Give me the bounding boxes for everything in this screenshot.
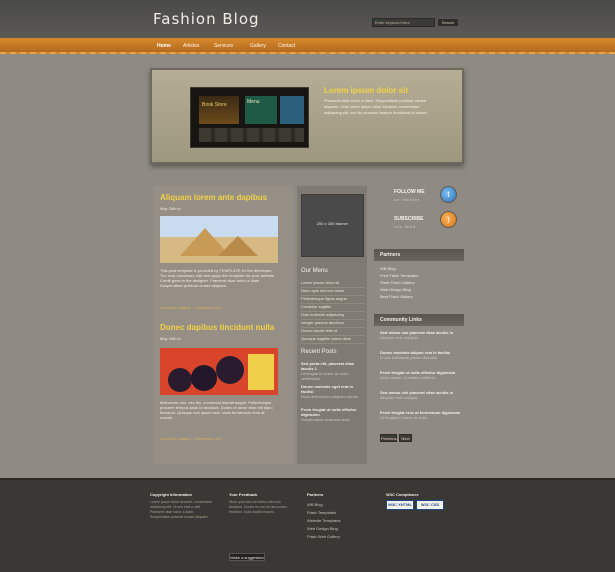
recent-post-text: Ut feugiat in lorem ac nulla vestibulum — [301, 371, 349, 381]
recent-post-text: Nunc fermentum aliquam rutrum — [301, 394, 359, 399]
community-item[interactable]: Sed metus nisi placerat vitae iaculis in… — [380, 390, 464, 400]
featured-title[interactable]: Lorem ipsum dolor sit — [324, 86, 408, 95]
twitter-icon[interactable]: t — [440, 186, 457, 203]
featured-menu-panel: Menu — [245, 96, 277, 124]
partner-link[interactable]: WB Blog — [380, 266, 396, 271]
subscribe-subtitle: rss feed — [394, 224, 417, 229]
menu-link[interactable]: Donec iaculis felis id — [301, 328, 364, 336]
recent-post-title: Donec molestie eget erat in facilisi — [301, 384, 354, 394]
footer-partner-link[interactable]: WB Blog — [307, 502, 323, 507]
footer-feedback-heading: Your Feedback — [229, 492, 258, 497]
navigation-bar: Home Articles Services Gallery Contact — [0, 38, 615, 54]
community-item[interactable]: Proin feugiat ut nulla efficitur digniss… — [380, 370, 464, 380]
subscribe-title[interactable]: SUBSCRIBE — [394, 216, 423, 222]
pyramid-shapes — [180, 228, 258, 256]
next-button[interactable]: Next — [399, 434, 412, 442]
featured-panel: Book Store Menu Lorem ipsum dolor sit Pr… — [150, 68, 464, 164]
menu-link[interactable]: Curabitur sagittis — [301, 304, 364, 312]
featured-bookstore-label: Book Store — [202, 102, 227, 108]
community-item-text: Nulla facilisi. Curabitur eleifend — [380, 375, 435, 380]
partner-link[interactable]: Web Design Blog — [380, 287, 411, 292]
post-image-pyramids — [160, 216, 278, 263]
w3c-xhtml-badge[interactable]: W3C XHTML — [386, 500, 414, 510]
header-bar — [0, 0, 615, 38]
community-item-text: In hac habitasse platea dictumst — [380, 355, 438, 360]
post-excerpt: This post template is provided by TEMPLA… — [160, 268, 276, 288]
partner-link[interactable]: Free Flash Templates — [380, 273, 418, 278]
nav-gallery[interactable]: Gallery — [250, 43, 266, 49]
footer-partners-heading: Partners — [307, 492, 324, 497]
middle-column: 250 x 250 banner Our Menu Lorem ipsum do… — [297, 186, 367, 464]
search-button[interactable]: Search — [437, 18, 459, 27]
rss-icon[interactable]: ) — [440, 211, 457, 228]
nav-services[interactable]: Services — [214, 43, 233, 49]
post-title[interactable]: Aliquam lorem ante dapibus — [160, 193, 267, 202]
post-image-fruit — [160, 348, 278, 395]
recent-post-title: Proin feugiat ut nulla efficitur digniss… — [301, 407, 357, 417]
community-item-text: Ut feugiat in lorem ac nulla — [380, 415, 428, 420]
nav-home[interactable]: Home — [157, 43, 171, 49]
footer-partner-link[interactable]: Website Templates — [307, 518, 341, 523]
main-content: Aliquam lorem ante dapibus May 26th in T… — [153, 186, 293, 464]
featured-text: Praesent vitae tortor a diam. Suspendiss… — [324, 98, 428, 115]
footer-partner-link[interactable]: Web Design Blog — [307, 526, 338, 531]
site-logo[interactable]: Fashion Blog — [153, 10, 260, 28]
featured-image[interactable]: Book Store Menu — [190, 87, 309, 148]
recent-post[interactable]: Proin feugiat ut nulla efficitur digniss… — [301, 407, 364, 422]
community-heading: Community Links — [374, 314, 464, 326]
recent-posts-heading: Recent Posts — [301, 349, 337, 355]
footer-partner-link[interactable]: Flash Web Gallery — [307, 534, 340, 539]
community-item[interactable]: Proin feugiat eros at fermentum dignissi… — [380, 410, 464, 420]
menu-link[interactable]: Lorem ipsum dolor sit — [301, 280, 364, 288]
prev-button[interactable]: Previous — [380, 434, 397, 442]
recent-post[interactable]: Sed porta elit, placerat vitae iaculis 1… — [301, 361, 364, 381]
footer-compliance-heading: W3C Compliance — [386, 492, 419, 497]
post-read-more[interactable]: Continue reading · Comments (10) — [160, 305, 222, 310]
recent-post[interactable]: Donec molestie eget erat in facilisi Nun… — [301, 384, 364, 399]
post-meta: May 26th in — [160, 206, 181, 211]
fruit-shapes — [168, 354, 274, 392]
footer-partner-link[interactable]: Flash Templates — [307, 510, 336, 515]
partner-link[interactable]: Best Flash Gallery — [380, 294, 413, 299]
community-item[interactable]: Sed metus nisi placerat vitae iaculis in… — [380, 330, 464, 340]
follow-subtitle: on twitter — [394, 197, 421, 202]
menu-heading: Our Menu — [301, 268, 328, 274]
partners-heading: Partners — [374, 249, 464, 261]
search-input[interactable]: Enter keyword here — [372, 18, 435, 27]
footer-copyright-heading: Copyright information — [150, 492, 192, 497]
menu-link[interactable]: Pellentesque ligula augue — [301, 296, 364, 304]
post-read-more[interactable]: Continue reading · Comments (10) — [160, 436, 222, 441]
featured-bookstore: Book Store — [199, 96, 239, 124]
sidebar: FOLLOW ME on twitter t SUBSCRIBE rss fee… — [374, 186, 466, 464]
suggestion-button[interactable]: Make a suggestion — [229, 553, 265, 561]
menu-link[interactable]: Integer gravida faucibus — [301, 320, 364, 328]
nav-contact[interactable]: Contact — [278, 43, 295, 49]
recent-post-title: Sed porta elit, placerat vitae iaculis 1 — [301, 361, 355, 371]
ad-banner[interactable]: 250 x 250 banner — [301, 194, 364, 257]
community-item-text: Aliquam erat volutpat — [380, 395, 418, 400]
community-item[interactable]: Donec molestie aliquet erat in facilisi … — [380, 350, 464, 360]
menu-link[interactable]: Quisque sagittis varius diam — [301, 336, 364, 344]
menu-link[interactable]: Nunc quis nisi non tellus — [301, 288, 364, 296]
menu-link[interactable]: Duis molestie adipiscing — [301, 312, 364, 320]
footer-feedback-text: Nunc quis nisi non tellus vehicula fauci… — [229, 500, 287, 514]
post-excerpt: Maecenas nec, nec leo, commodo blandit a… — [160, 400, 273, 420]
featured-side-panel — [280, 96, 304, 124]
community-item-text: Aliquam erat volutpat — [380, 335, 418, 340]
post-meta: May 24th in — [160, 336, 181, 341]
post-title[interactable]: Donec dapibus tincidunt nulla — [160, 323, 274, 332]
featured-menu-label: Menu — [247, 99, 260, 105]
partner-link[interactable]: Flash Flash Gallery — [380, 280, 414, 285]
footer-copyright-text: Lorem ipsum dolor sit amet, consectetur … — [150, 500, 213, 519]
recent-post-text: Suspendisse euismod dolor — [301, 417, 351, 422]
follow-title[interactable]: FOLLOW ME — [394, 189, 425, 195]
w3c-css-badge[interactable]: W3C CSS — [416, 500, 444, 510]
footer: Copyright information Lorem ipsum dolor … — [0, 478, 615, 572]
nav-articles[interactable]: Articles — [183, 43, 199, 49]
featured-strip — [199, 128, 304, 142]
